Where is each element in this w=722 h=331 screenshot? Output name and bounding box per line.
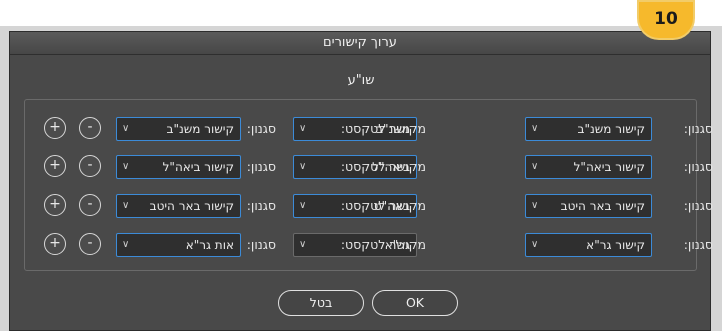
linked-text-label: מקושר לטקסט: — [340, 198, 426, 213]
style-a-value: קישור ביאה"ל — [573, 160, 645, 174]
style-b-dropdown[interactable]: ∨ אות גר"א — [116, 233, 241, 257]
chevron-down-icon: ∨ — [531, 200, 539, 211]
link-row: + - ∨ קישור ביאה"ל סגנון: ∨ ביאה"ל מקושר… — [0, 155, 722, 179]
linked-text-label: מקושר לטקסט: — [340, 237, 426, 252]
ok-button[interactable]: OK — [372, 290, 458, 316]
style-b-dropdown[interactable]: ∨ קישור ביאה"ל — [116, 155, 241, 179]
link-row: + - ∨ קישור באר היטב סגנון: ∨ באה"ט מקוש… — [0, 194, 722, 218]
linked-text-label: מקושר לטקסט: — [340, 121, 426, 136]
add-row-button[interactable]: + — [44, 233, 66, 255]
style-a-label: סגנון: — [683, 237, 713, 252]
style-a-value: קישור גר"א — [586, 238, 645, 252]
style-b-value: אות גר"א — [185, 238, 234, 252]
remove-row-button[interactable]: - — [79, 194, 101, 216]
style-a-label: סגנון: — [683, 121, 713, 136]
chevron-down-icon: ∨ — [122, 123, 130, 134]
step-badge: 10 — [637, 0, 695, 40]
add-row-button[interactable]: + — [44, 155, 66, 177]
chevron-down-icon: ∨ — [122, 200, 130, 211]
style-b-value: קישור באר היטב — [149, 199, 234, 213]
style-a-value: קישור משנ"ב — [577, 122, 645, 136]
style-a-dropdown[interactable]: ∨ קישור ביאה"ל — [525, 155, 652, 179]
dialog-title: ערוך קישורים — [10, 32, 710, 55]
remove-row-button[interactable]: - — [79, 155, 101, 177]
chevron-down-icon: ∨ — [299, 239, 307, 250]
style-b-dropdown[interactable]: ∨ קישור משנ"ב — [116, 117, 241, 141]
link-row: + - ∨ אות גר"א סגנון: ∨ גר"א מקושר לטקסט… — [0, 233, 722, 257]
style-a-label: סגנון: — [683, 159, 713, 174]
link-row: + - ∨ קישור משנ"ב סגנון: ∨ משנ"ב מקושר ל… — [0, 117, 722, 141]
style-a-dropdown[interactable]: ∨ קישור גר"א — [525, 233, 652, 257]
style-b-label: סגנון: — [246, 121, 276, 136]
cancel-button[interactable]: בטל — [278, 290, 364, 316]
chevron-down-icon: ∨ — [299, 200, 307, 211]
style-b-label: סגנון: — [246, 159, 276, 174]
style-b-value: קישור ביאה"ל — [162, 160, 234, 174]
style-b-dropdown[interactable]: ∨ קישור באר היטב — [116, 194, 241, 218]
remove-row-button[interactable]: - — [79, 117, 101, 139]
style-a-dropdown[interactable]: ∨ קישור באר היטב — [525, 194, 652, 218]
chevron-down-icon: ∨ — [299, 123, 307, 134]
chevron-down-icon: ∨ — [531, 239, 539, 250]
style-b-value: קישור משנ"ב — [166, 122, 234, 136]
chevron-down-icon: ∨ — [122, 161, 130, 172]
style-a-label: סגנון: — [683, 198, 713, 213]
chevron-down-icon: ∨ — [531, 161, 539, 172]
style-b-label: סגנון: — [246, 237, 276, 252]
chevron-down-icon: ∨ — [531, 123, 539, 134]
style-a-dropdown[interactable]: ∨ קישור משנ"ב — [525, 117, 652, 141]
add-row-button[interactable]: + — [44, 117, 66, 139]
style-a-value: קישור באר היטב — [560, 199, 645, 213]
add-row-button[interactable]: + — [44, 194, 66, 216]
section-title: שו"ע — [347, 73, 375, 88]
remove-row-button[interactable]: - — [79, 233, 101, 255]
linked-text-label: מקושר לטקסט: — [340, 159, 426, 174]
chevron-down-icon: ∨ — [122, 239, 130, 250]
chevron-down-icon: ∨ — [299, 161, 307, 172]
style-b-label: סגנון: — [246, 198, 276, 213]
